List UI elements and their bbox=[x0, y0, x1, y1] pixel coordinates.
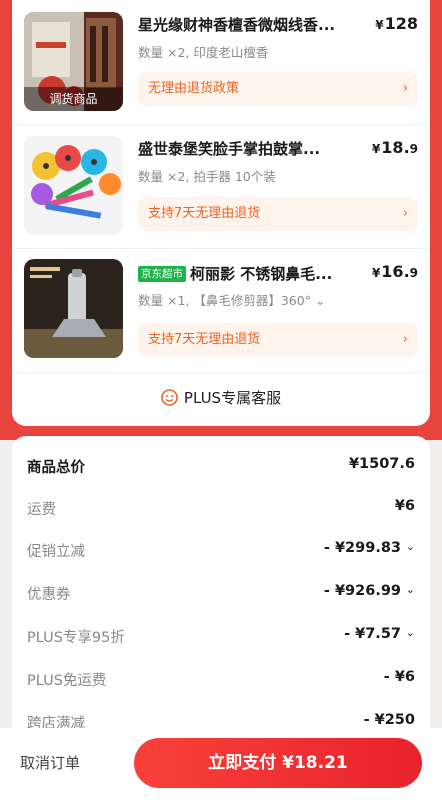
return-policy[interactable]: 支持7天无理由退货 › bbox=[138, 323, 418, 357]
return-policy[interactable]: 支持7天无理由退货 › bbox=[138, 197, 418, 231]
chevron-right-icon: › bbox=[402, 81, 408, 96]
thumbnail-tag: 调货商品 bbox=[24, 87, 123, 111]
chevron-right-icon: › bbox=[402, 332, 408, 347]
order-item[interactable]: 京东超市 柯丽影 不锈钢鼻毛... ¥16.9 数量 ×1, 【鼻毛修剪器】360… bbox=[12, 248, 430, 372]
item-title[interactable]: 星光缘财神香檀香微烟线香... bbox=[138, 14, 364, 35]
order-item[interactable]: 盛世泰堡笑脸手掌拍鼓掌... ¥18.9 数量 ×2, 拍手器 10个装 支持7… bbox=[12, 124, 430, 248]
jd-supermarket-badge: 京东超市 bbox=[138, 266, 186, 282]
product-thumbnail[interactable] bbox=[24, 259, 123, 358]
item-price: ¥128 bbox=[375, 14, 418, 33]
chevron-right-icon: › bbox=[402, 206, 408, 221]
summary-row-total: 商品总价 ¥1507.6 bbox=[27, 456, 415, 476]
order-item[interactable]: 调货商品 星光缘财神香檀香微烟线香... ¥128 数量 ×2, 印度老山檀香 … bbox=[12, 0, 430, 124]
chevron-down-icon: ⌄ bbox=[405, 626, 415, 639]
item-price: ¥18.9 bbox=[371, 138, 418, 157]
return-policy[interactable]: 无理由退货政策 › bbox=[138, 72, 418, 106]
plus-customer-service-button[interactable]: PLUS专属客服 bbox=[12, 372, 430, 422]
summary-row-plus-discount[interactable]: PLUS专享95折 - ¥7.57 ⌄ bbox=[27, 626, 415, 650]
goods-card: 调货商品 星光缘财神香檀香微烟线香... ¥128 数量 ×2, 印度老山檀香 … bbox=[12, 0, 430, 426]
cancel-order-button[interactable]: 取消订单 bbox=[20, 752, 80, 773]
summary-row-shipping: 运费 ¥6 bbox=[27, 498, 415, 518]
summary-row-plus-free-shipping: PLUS免运费 - ¥6 bbox=[27, 669, 415, 689]
nose-trimmer-image bbox=[24, 259, 123, 358]
summary-row-promotion[interactable]: 促销立减 - ¥299.83 ⌄ bbox=[27, 540, 415, 564]
item-spec: 数量 ×2, 拍手器 10个装 bbox=[138, 169, 276, 184]
product-thumbnail[interactable] bbox=[24, 136, 123, 235]
item-price: ¥16.9 bbox=[371, 262, 418, 281]
item-title[interactable]: 盛世泰堡笑脸手掌拍鼓掌... bbox=[138, 138, 364, 159]
product-thumbnail[interactable]: 调货商品 bbox=[24, 12, 123, 111]
chevron-down-icon: ⌄ bbox=[314, 293, 326, 308]
item-spec[interactable]: 数量 ×1, 【鼻毛修剪器】360° ⌄ bbox=[138, 290, 418, 309]
bottom-action-bar: 取消订单 立即支付 ¥18.21 bbox=[0, 728, 442, 800]
summary-row-coupon[interactable]: 优惠券 - ¥926.99 ⌄ bbox=[27, 583, 415, 607]
hand-clapper-image bbox=[24, 136, 123, 235]
chevron-down-icon: ⌄ bbox=[405, 540, 415, 553]
item-spec: 数量 ×2, 印度老山檀香 bbox=[138, 45, 269, 60]
pay-now-button[interactable]: 立即支付 ¥18.21 bbox=[134, 738, 422, 788]
item-title[interactable]: 京东超市 柯丽影 不锈钢鼻毛... bbox=[138, 263, 364, 284]
chevron-down-icon: ⌄ bbox=[405, 583, 415, 596]
smile-icon bbox=[161, 376, 178, 426]
price-summary-card: 商品总价 ¥1507.6 运费 ¥6 促销立减 - ¥299.83 ⌄ 优惠券 … bbox=[12, 436, 430, 736]
service-label: PLUS专属客服 bbox=[183, 389, 282, 407]
